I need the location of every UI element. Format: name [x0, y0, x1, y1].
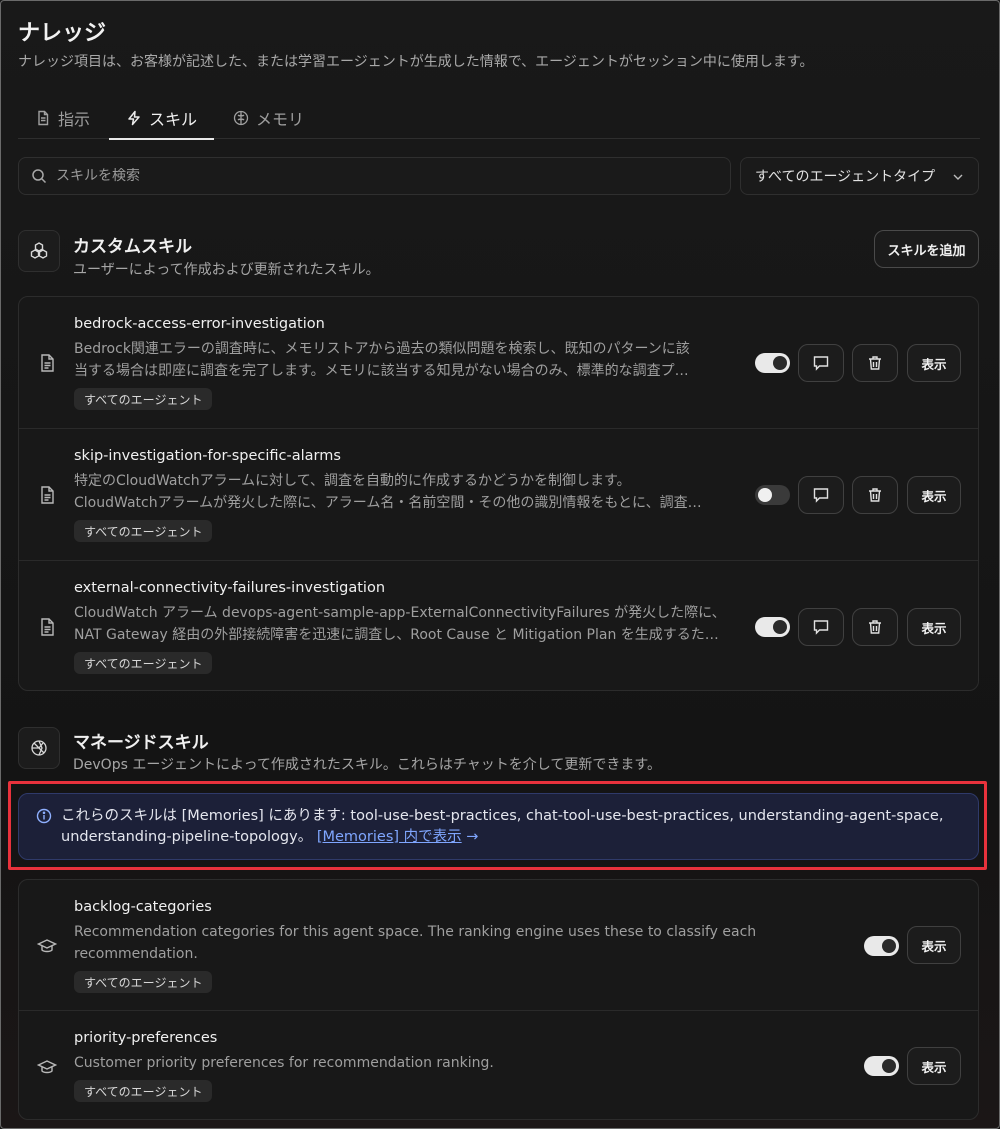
delete-button[interactable]	[852, 608, 898, 646]
agent-badge: すべてのエージェント	[74, 1080, 213, 1102]
managed-skills-description: DevOps エージェントによって作成されたスキル。これらはチャットを介して更新…	[73, 757, 661, 773]
chat-button[interactable]	[798, 344, 844, 382]
delete-button[interactable]	[852, 476, 898, 514]
graduation-cap-icon	[36, 936, 58, 956]
custom-skills-icon	[18, 230, 60, 272]
view-button[interactable]: 表示	[907, 344, 961, 382]
message-icon	[813, 488, 829, 503]
custom-skills-title: カスタムスキル	[73, 237, 192, 257]
file-text-icon	[37, 617, 57, 637]
enable-toggle[interactable]	[755, 485, 790, 505]
skill-name: bedrock-access-error-investigation	[74, 316, 325, 332]
list-item: skip-investigation-for-specific-alarms 特…	[19, 429, 978, 561]
agent-badge: すべてのエージェント	[74, 971, 213, 993]
skill-description: Recommendation categories for this agent…	[74, 924, 757, 962]
chat-button[interactable]	[798, 608, 844, 646]
lightning-icon	[128, 110, 140, 126]
search-box	[18, 157, 731, 195]
filter-value: すべてのエージェントタイプ	[755, 169, 936, 185]
tab-memory[interactable]: メモリ	[233, 97, 304, 139]
document-icon	[38, 110, 49, 126]
managed-skills-title: マネージドスキル	[73, 733, 209, 753]
file-text-icon	[37, 485, 57, 505]
managed-skills-icon	[18, 727, 60, 769]
view-button[interactable]: 表示	[907, 1047, 961, 1085]
message-icon	[813, 356, 829, 371]
knowledge-page: ナレッジ ナレッジ項目は、お客様が記述した、または学習エージェントが生成した情報…	[0, 0, 1000, 1129]
tab-instructions[interactable]: 指示	[35, 97, 90, 139]
add-skill-button[interactable]: スキルを追加	[874, 230, 979, 268]
enable-toggle[interactable]	[755, 617, 790, 637]
tab-label: 指示	[58, 110, 91, 129]
tab-label: スキル	[149, 110, 198, 129]
skill-name: priority-preferences	[74, 1030, 218, 1046]
agent-badge: すべてのエージェント	[74, 652, 213, 674]
chat-button[interactable]	[798, 476, 844, 514]
list-item: priority-preferences Customer priority p…	[19, 1011, 978, 1119]
skill-name: backlog-categories	[74, 899, 212, 915]
enable-toggle[interactable]	[864, 1056, 899, 1076]
chevron-down-icon	[953, 174, 963, 180]
managed-skills-list: backlog-categories Recommendation catego…	[18, 879, 979, 1120]
enable-toggle[interactable]	[755, 353, 790, 373]
trash-icon	[869, 356, 881, 370]
view-button[interactable]: 表示	[907, 608, 961, 646]
skill-description: Customer priority preferences for recomm…	[74, 1055, 494, 1071]
skill-name: external-connectivity-failures-investiga…	[74, 580, 386, 596]
tab-label: メモリ	[256, 110, 305, 129]
skill-description: Bedrock関連エラーの調査時に、メモリストアから過去の類似問題を検索し、既知…	[74, 341, 690, 379]
skill-description: CloudWatch アラーム devops-agent-sample-app-…	[74, 605, 726, 643]
page-title: ナレッジ	[18, 21, 107, 46]
file-text-icon	[37, 353, 57, 373]
page-description: ナレッジ項目は、お客様が記述した、または学習エージェントが生成した情報で、エージ…	[18, 54, 814, 70]
graduation-cap-icon	[36, 1057, 58, 1077]
trash-icon	[869, 620, 881, 634]
tab-bar: 指示 スキル メモリ	[18, 97, 980, 140]
view-button[interactable]: 表示	[907, 926, 961, 964]
delete-button[interactable]	[852, 344, 898, 382]
tab-skills[interactable]: スキル	[109, 97, 215, 140]
message-icon	[813, 620, 829, 635]
list-item: bedrock-access-error-investigation Bedro…	[19, 297, 978, 429]
trash-icon	[869, 488, 881, 502]
view-button[interactable]: 表示	[907, 476, 961, 514]
skill-name: skip-investigation-for-specific-alarms	[74, 448, 341, 464]
agent-badge: すべてのエージェント	[74, 388, 213, 410]
search-input[interactable]	[56, 168, 696, 184]
list-item: external-connectivity-failures-investiga…	[19, 561, 978, 690]
enable-toggle[interactable]	[864, 936, 899, 956]
agent-type-filter[interactable]: すべてのエージェントタイプ	[740, 157, 979, 195]
search-icon	[32, 169, 47, 184]
brain-icon	[233, 110, 249, 126]
highlight-box	[8, 781, 987, 870]
agent-badge: すべてのエージェント	[74, 520, 213, 542]
list-item: backlog-categories Recommendation catego…	[19, 880, 978, 1011]
custom-skills-list: bedrock-access-error-investigation Bedro…	[18, 296, 979, 691]
custom-skills-description: ユーザーによって作成および更新されたスキル。	[73, 262, 380, 278]
skill-description: 特定のCloudWatchアラームに対して、調査を自動的に作成するかどうかを制御…	[74, 473, 702, 511]
